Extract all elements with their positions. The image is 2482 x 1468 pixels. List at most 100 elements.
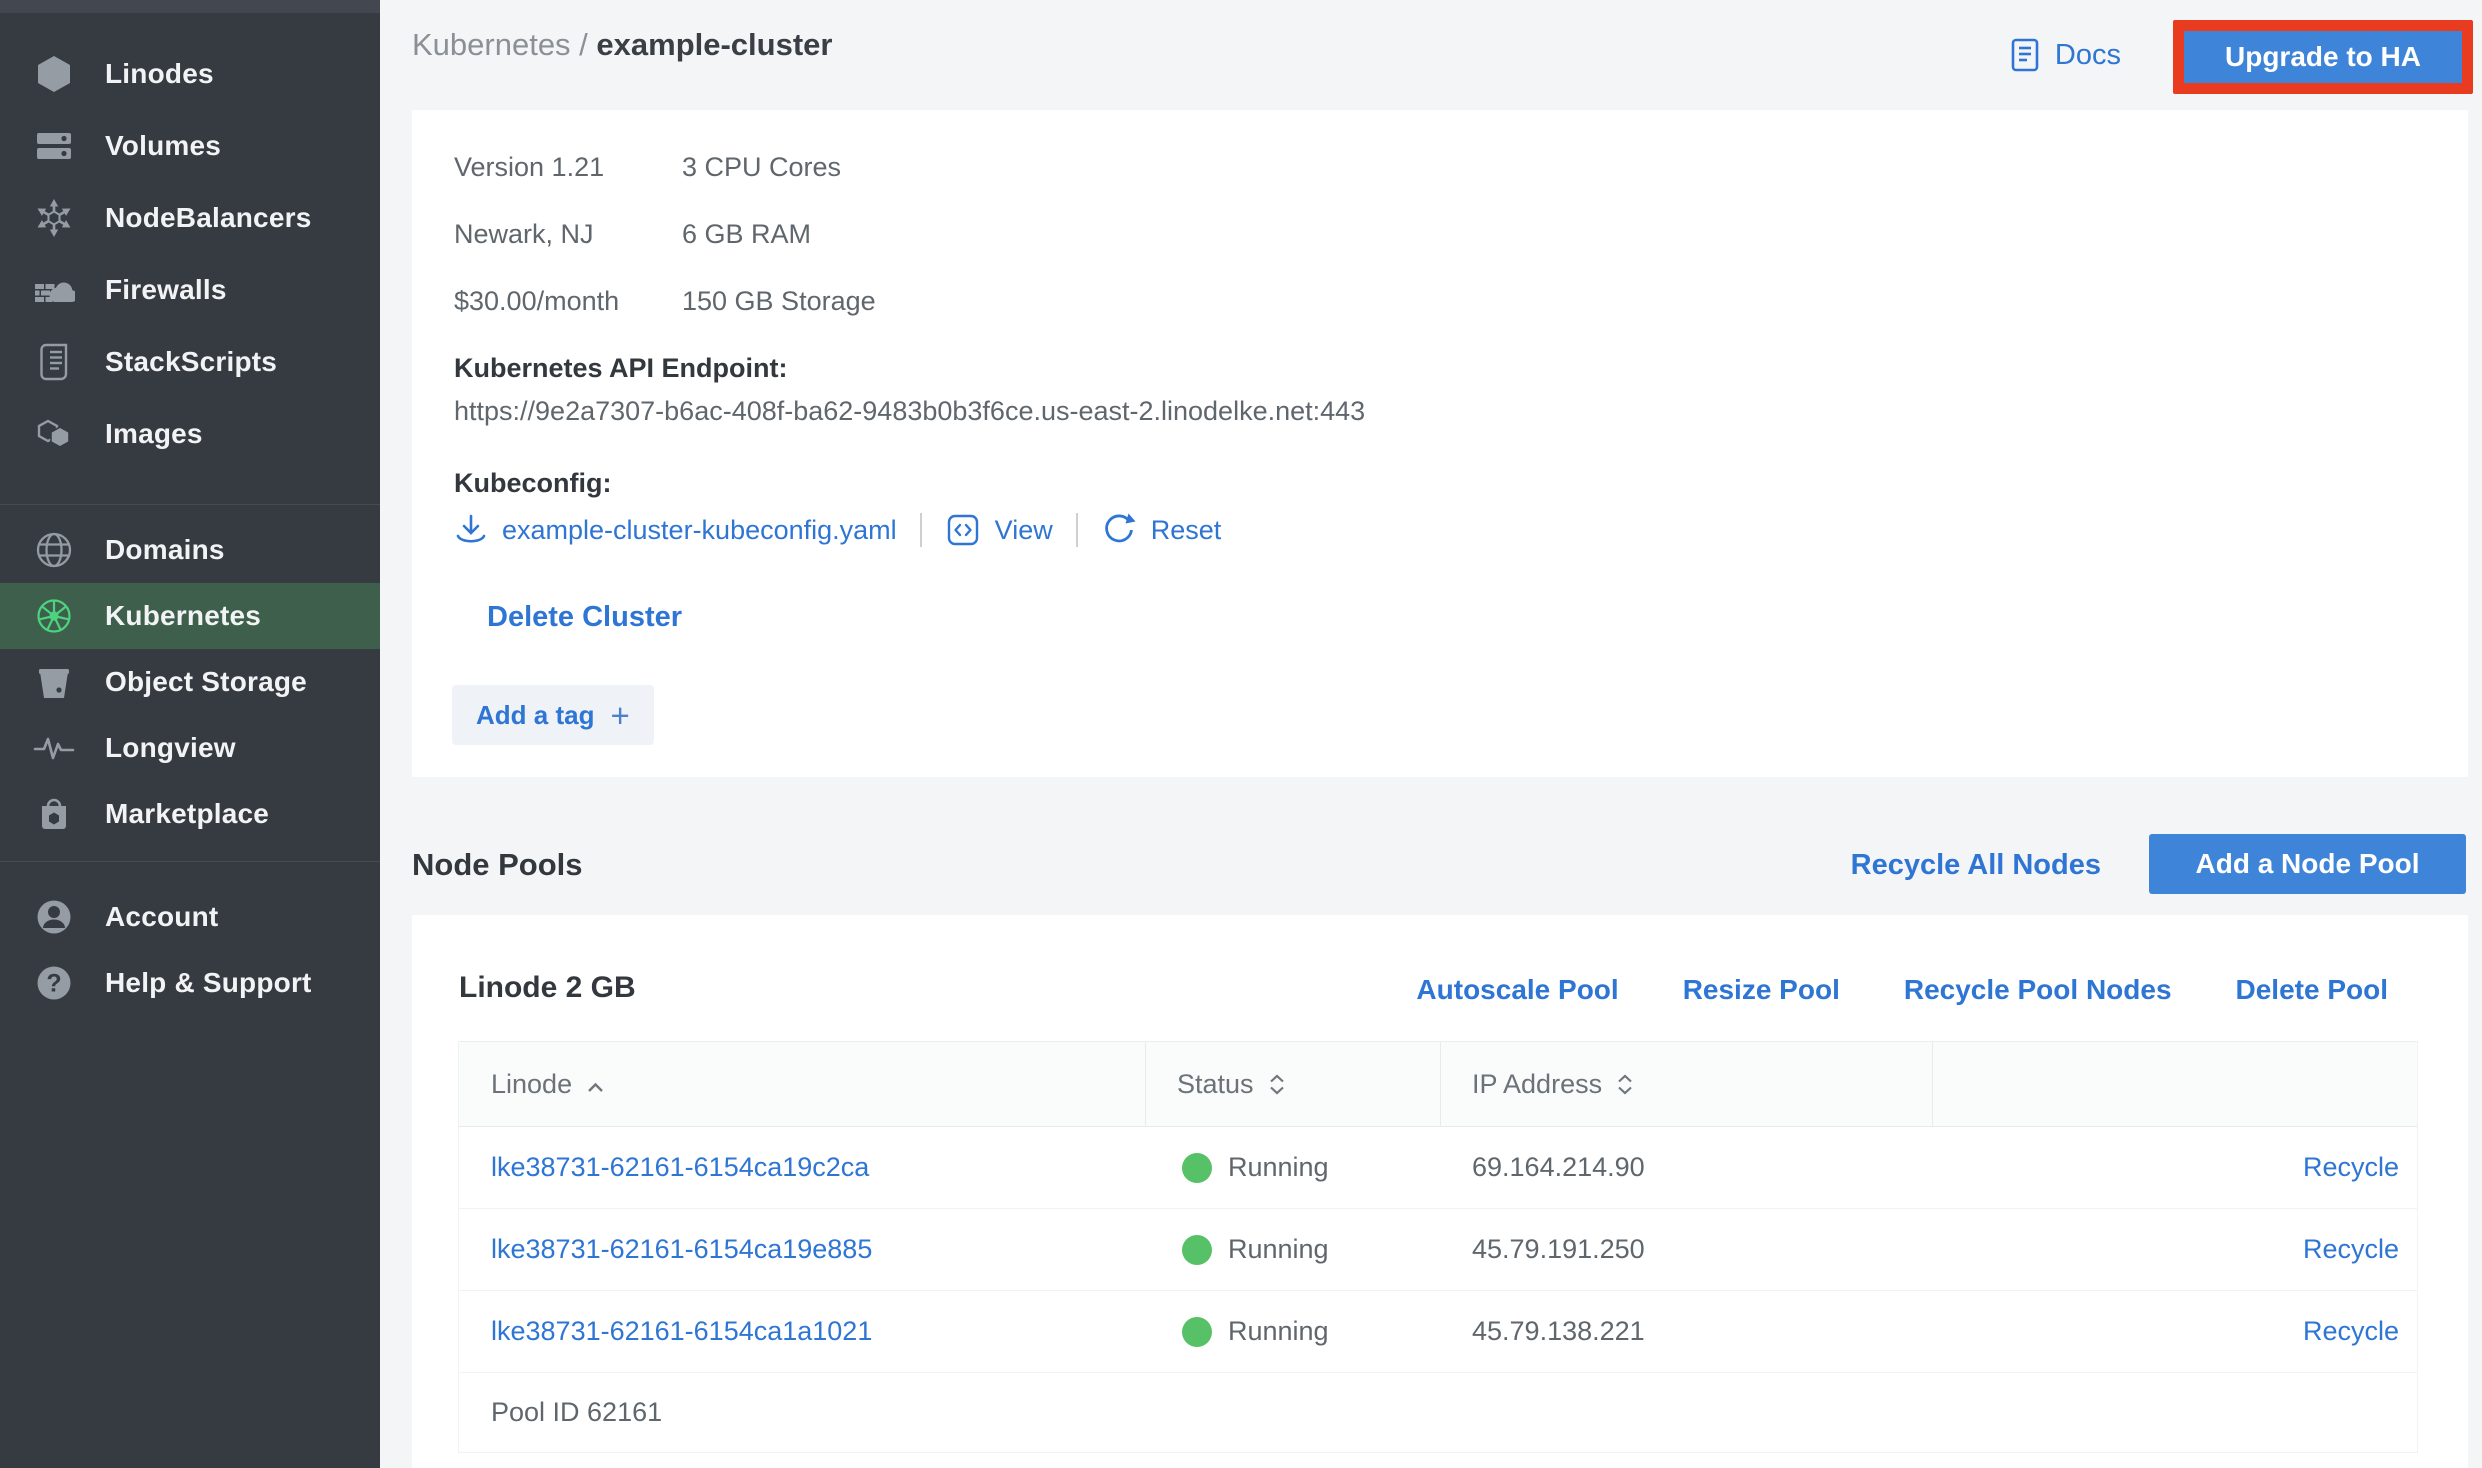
nodebalancers-icon <box>33 197 75 239</box>
sidebar-item-label: StackScripts <box>105 346 277 378</box>
sidebar-group-account: Account ? Help & Support <box>0 862 380 1016</box>
view-link[interactable]: View <box>995 515 1053 546</box>
pool-actions: Autoscale Pool Resize Pool Recycle Pool … <box>1416 974 2388 1006</box>
cluster-region: Newark, NJ <box>454 218 594 250</box>
volumes-icon <box>33 125 75 167</box>
sort-icon <box>1269 1074 1285 1095</box>
column-header-ip-address[interactable]: IP Address <box>1441 1042 1933 1126</box>
table-row: lke38731-62161-6154ca19e885 Running 45.7… <box>459 1209 2417 1291</box>
download-icon[interactable] <box>454 513 488 547</box>
status-text: Running <box>1228 1152 1329 1183</box>
api-endpoint-label: Kubernetes API Endpoint: <box>454 352 788 384</box>
reset-icon[interactable] <box>1101 512 1137 548</box>
sidebar-item-nodebalancers[interactable]: NodeBalancers <box>0 182 380 254</box>
sidebar-item-label: Account <box>105 901 218 933</box>
sidebar-item-stackscripts[interactable]: StackScripts <box>0 326 380 398</box>
sidebar-item-account[interactable]: Account <box>0 884 380 950</box>
sidebar-item-firewalls[interactable]: Firewalls <box>0 254 380 326</box>
node-link[interactable]: lke38731-62161-6154ca19e885 <box>491 1234 872 1264</box>
cluster-version: Version 1.21 <box>454 151 604 183</box>
status-text: Running <box>1228 1234 1329 1265</box>
recycle-node-link[interactable]: Recycle <box>2303 1316 2399 1346</box>
kubeconfig-label: Kubeconfig: <box>454 467 611 499</box>
ip-address: 45.79.138.221 <box>1441 1316 1933 1347</box>
column-header-status[interactable]: Status <box>1146 1042 1441 1126</box>
sidebar-item-marketplace[interactable]: Marketplace <box>0 781 380 847</box>
status-text: Running <box>1228 1316 1329 1347</box>
main-content: Kubernetes / example-cluster Docs Upgrad… <box>380 0 2482 1468</box>
svg-text:?: ? <box>46 970 61 998</box>
node-link[interactable]: lke38731-62161-6154ca19c2ca <box>491 1152 869 1182</box>
cluster-cpu: 3 CPU Cores <box>682 151 841 183</box>
upgrade-to-ha-button[interactable]: Upgrade to HA <box>2184 31 2462 83</box>
view-code-icon[interactable] <box>945 512 981 548</box>
sidebar: Linodes Volumes NodeBalancers <box>0 0 380 1468</box>
add-tag-label: Add a tag <box>476 700 594 731</box>
column-header-linode[interactable]: Linode <box>459 1042 1146 1126</box>
sidebar-item-domains[interactable]: Domains <box>0 517 380 583</box>
sidebar-item-label: Object Storage <box>105 666 307 698</box>
separator <box>1076 513 1078 547</box>
ip-address: 69.164.214.90 <box>1441 1152 1933 1183</box>
node-link[interactable]: lke38731-62161-6154ca1a1021 <box>491 1316 872 1346</box>
separator <box>920 513 922 547</box>
docs-icon <box>2008 36 2042 74</box>
recycle-node-link[interactable]: Recycle <box>2303 1234 2399 1264</box>
autoscale-pool-link[interactable]: Autoscale Pool <box>1416 974 1618 1006</box>
api-endpoint-url: https://9e2a7307-b6ac-408f-ba62-9483b0b3… <box>454 395 1365 427</box>
sidebar-item-object-storage[interactable]: Object Storage <box>0 649 380 715</box>
table-header: Linode Status IP Address <box>459 1041 2417 1127</box>
breadcrumb-section[interactable]: Kubernetes <box>412 27 571 62</box>
sort-icon <box>1617 1074 1633 1095</box>
column-label: Linode <box>491 1069 572 1100</box>
account-icon <box>33 896 75 938</box>
sidebar-item-label: Kubernetes <box>105 600 261 632</box>
delete-pool-link[interactable]: Delete Pool <box>2236 974 2388 1006</box>
pool-id-footer: Pool ID 62161 <box>459 1373 2417 1453</box>
sidebar-item-label: NodeBalancers <box>105 202 311 234</box>
resize-pool-link[interactable]: Resize Pool <box>1683 974 1840 1006</box>
sidebar-item-label: Linodes <box>105 58 214 90</box>
status-running-icon <box>1182 1317 1212 1347</box>
node-pools-title: Node Pools <box>412 847 583 883</box>
recycle-pool-nodes-link[interactable]: Recycle Pool Nodes <box>1904 974 2172 1006</box>
node-pool-card: Linode 2 GB Autoscale Pool Resize Pool R… <box>412 915 2468 1468</box>
recycle-node-link[interactable]: Recycle <box>2303 1152 2399 1182</box>
add-tag-button[interactable]: Add a tag + <box>452 685 654 745</box>
object-storage-icon <box>33 661 75 703</box>
docs-link[interactable]: Docs <box>2008 36 2121 74</box>
sidebar-group-compute: Linodes Volumes NodeBalancers <box>0 13 380 470</box>
sidebar-item-help-support[interactable]: ? Help & Support <box>0 950 380 1016</box>
sidebar-item-label: Domains <box>105 534 225 566</box>
longview-icon <box>33 727 75 769</box>
domains-icon <box>33 529 75 571</box>
cluster-ram: 6 GB RAM <box>682 218 811 250</box>
sidebar-item-volumes[interactable]: Volumes <box>0 110 380 182</box>
column-label: IP Address <box>1472 1069 1602 1100</box>
kubeconfig-file-link[interactable]: example-cluster-kubeconfig.yaml <box>502 515 897 546</box>
stackscripts-icon <box>33 341 75 383</box>
sidebar-item-longview[interactable]: Longview <box>0 715 380 781</box>
sidebar-item-kubernetes[interactable]: Kubernetes <box>0 583 380 649</box>
annotation-highlight-box: Upgrade to HA <box>2173 20 2473 94</box>
sidebar-item-label: Volumes <box>105 130 221 162</box>
help-icon: ? <box>33 962 75 1004</box>
sidebar-item-label: Marketplace <box>105 798 269 830</box>
sidebar-item-linodes[interactable]: Linodes <box>0 38 380 110</box>
sidebar-item-label: Images <box>105 418 203 450</box>
add-node-pool-button[interactable]: Add a Node Pool <box>2149 834 2466 894</box>
linodes-icon <box>33 53 75 95</box>
reset-link[interactable]: Reset <box>1151 515 1222 546</box>
sidebar-item-label: Help & Support <box>105 967 312 999</box>
sidebar-item-images[interactable]: Images <box>0 398 380 470</box>
pool-name: Linode 2 GB <box>459 971 636 1005</box>
delete-cluster-link[interactable]: Delete Cluster <box>487 601 682 634</box>
images-icon <box>33 413 75 455</box>
sort-asc-icon <box>587 1069 604 1100</box>
table-row: lke38731-62161-6154ca19c2ca Running 69.1… <box>459 1127 2417 1209</box>
ip-address: 45.79.191.250 <box>1441 1234 1933 1265</box>
firewalls-icon <box>33 269 75 311</box>
breadcrumb-current: example-cluster <box>596 27 832 62</box>
recycle-all-nodes-link[interactable]: Recycle All Nodes <box>1851 849 2101 882</box>
marketplace-icon <box>33 793 75 835</box>
